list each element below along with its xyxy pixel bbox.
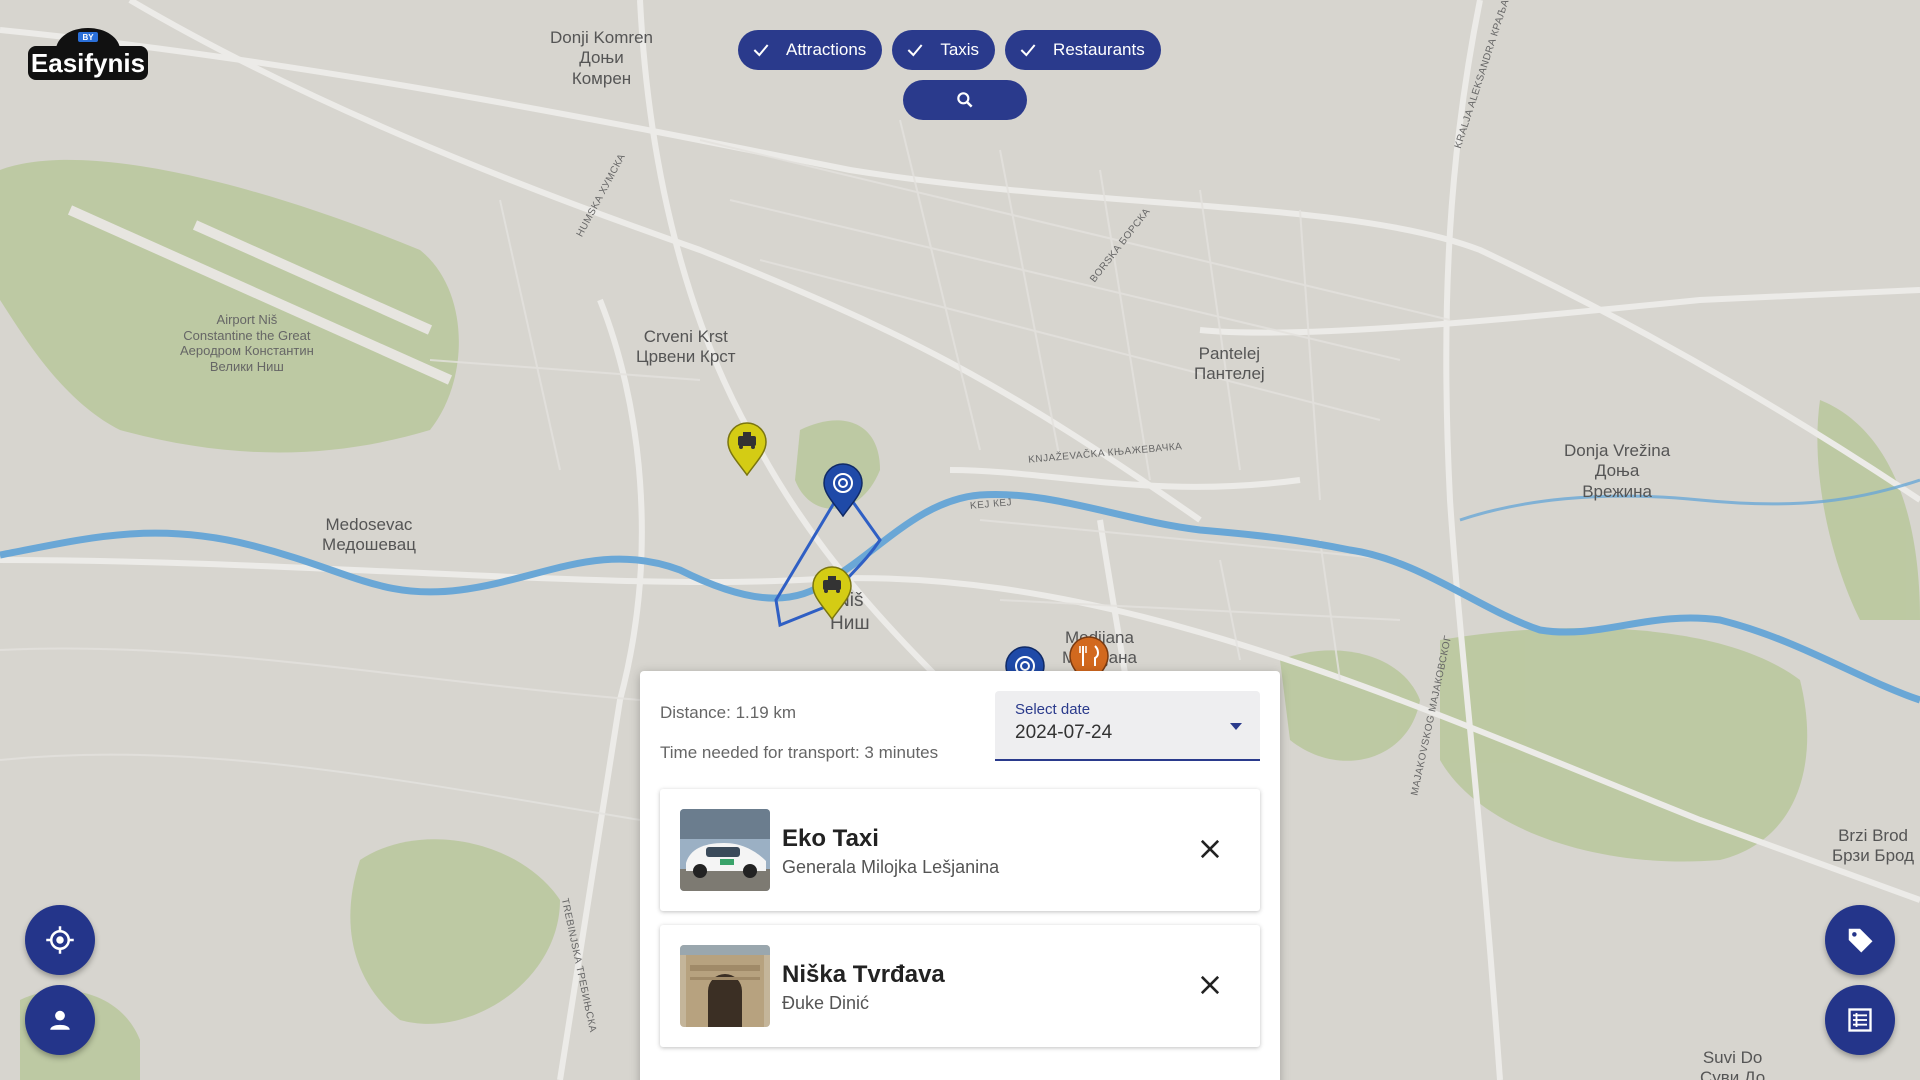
route-panel: Distance: 1.19 km Time needed for transp… — [640, 671, 1280, 1080]
filter-chip-restaurants[interactable]: Restaurants — [1005, 30, 1161, 70]
check-icon — [904, 39, 926, 61]
check-icon — [750, 39, 772, 61]
attraction-marker[interactable] — [822, 463, 864, 517]
place-label-medosevac: Medosevac Медошевац — [322, 515, 416, 555]
transport-time-text: Time needed for transport: 3 minutes — [660, 743, 939, 762]
place-card-eko-taxi[interactable]: Eko Taxi Generala Milojka Lešjanina — [660, 789, 1260, 911]
place-card-title: Eko Taxi — [782, 825, 879, 852]
check-icon — [1017, 39, 1039, 61]
search-icon — [957, 92, 973, 108]
place-label-suvi-do: Suvi Do Суви До — [1700, 1048, 1766, 1080]
taxi-marker[interactable] — [811, 566, 853, 620]
locate-icon — [46, 926, 74, 954]
app-logo[interactable]: BY Easifynis — [26, 26, 150, 82]
distance-text: Distance: 1.19 km — [660, 703, 797, 722]
filter-chip-label: Attractions — [786, 40, 867, 59]
logo-badge: BY — [82, 33, 94, 42]
place-card-subtitle: Generala Milojka Lešjanina — [782, 857, 1000, 877]
search-button[interactable] — [903, 80, 1027, 120]
fortress-thumbnail — [680, 945, 770, 1027]
place-card-title: Niška Tvrđava — [782, 961, 945, 988]
locate-button[interactable] — [25, 905, 95, 975]
list-icon — [1848, 1008, 1872, 1032]
remove-button[interactable] — [1196, 971, 1224, 999]
place-card-subtitle: Đuke Dinić — [782, 993, 870, 1013]
filter-chip-taxis[interactable]: Taxis — [892, 30, 996, 70]
date-select[interactable]: Select date 2024-07-24 — [995, 691, 1260, 761]
place-label-crveni-krst: Crveni Krst Црвени Крст — [636, 327, 736, 367]
remove-button[interactable] — [1196, 835, 1224, 863]
list-button[interactable] — [1825, 985, 1895, 1055]
logo-text: Easifynis — [31, 48, 145, 78]
close-icon — [1200, 975, 1220, 995]
profile-button[interactable] — [25, 985, 95, 1055]
taxi-marker[interactable] — [726, 422, 768, 476]
taxi-thumbnail — [680, 809, 770, 891]
tags-button[interactable] — [1825, 905, 1895, 975]
place-card-niska-tvrdjava[interactable]: Niška Tvrđava Đuke Dinić — [660, 925, 1260, 1047]
place-label-donji-komren: Donji Komren Доњи Комрен — [550, 28, 653, 88]
close-icon — [1200, 839, 1220, 859]
place-label-airport: Airport Niš Constantine the Great Аеродром… — [180, 312, 314, 374]
filter-chip-label: Taxis — [940, 40, 980, 59]
date-select-label: Select date — [1015, 701, 1091, 718]
tag-icon — [1848, 928, 1873, 953]
person-icon — [50, 1010, 70, 1030]
place-label-brzi-brod: Brzi Brod Брзи Брод — [1832, 826, 1915, 866]
chevron-down-icon — [1230, 723, 1242, 730]
place-label-donja-vrezina: Donja Vrežina Доња Врежина — [1564, 441, 1671, 501]
date-select-value: 2024-07-24 — [1015, 722, 1113, 743]
filter-chip-attractions[interactable]: Attractions — [738, 30, 883, 70]
place-label-pantelej: Pantelej Пантелеј — [1194, 344, 1265, 384]
filter-chip-label: Restaurants — [1053, 40, 1145, 59]
filter-chips: Attractions Taxis Restaurants — [738, 30, 1161, 70]
